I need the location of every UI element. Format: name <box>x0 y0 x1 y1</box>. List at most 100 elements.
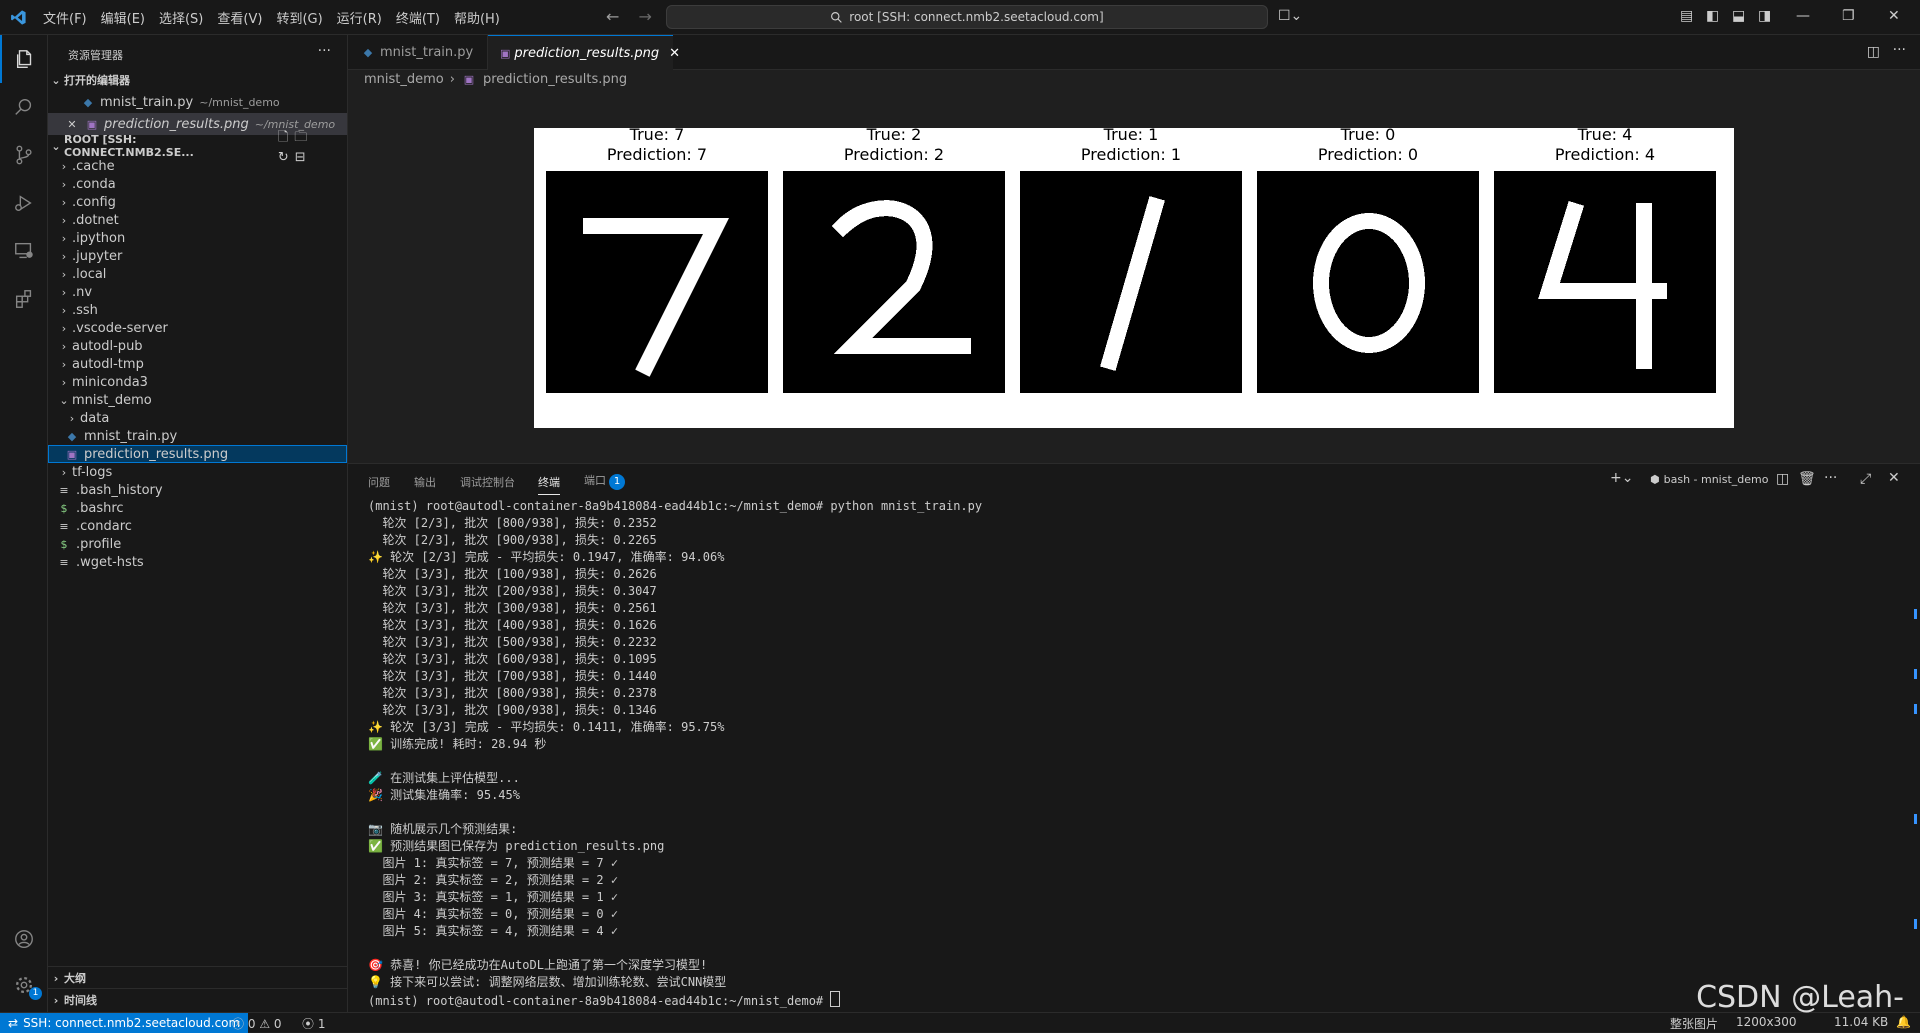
split-editor-icon[interactable]: ◫ <box>1867 44 1880 60</box>
toggle-panel-icon[interactable]: ⬓ <box>1732 8 1745 24</box>
vscode-logo-icon <box>11 10 26 25</box>
account-icon[interactable] <box>0 915 48 963</box>
image-mode[interactable]: 整张图片 <box>1670 1015 1718 1032</box>
tree-folder[interactable]: › autodl-pub <box>48 337 347 355</box>
tab-output[interactable]: 输出 <box>414 474 436 490</box>
terminal-prompt-line[interactable]: (mnist) root@autodl-container-8a9b418084… <box>368 991 1878 1008</box>
tree-file[interactable]: ▣ prediction_results.png <box>48 445 347 463</box>
tree-folder[interactable]: › .ssh <box>48 301 347 319</box>
more-actions-icon[interactable]: ··· <box>1893 42 1906 58</box>
tree-folder[interactable]: › tf-logs <box>48 463 347 481</box>
terminal-output[interactable]: (mnist) root@autodl-container-8a9b418084… <box>368 498 1878 1008</box>
problems-status[interactable]: ⓧ 0 ⚠ 0 <box>232 1015 282 1032</box>
search-activity-icon[interactable] <box>0 83 48 131</box>
tree-file[interactable]: $ .bashrc <box>48 499 347 517</box>
menu-help[interactable]: 帮助(H) <box>447 8 507 27</box>
source-control-icon[interactable] <box>0 131 48 179</box>
tab-ports[interactable]: 端口 1 <box>584 472 625 490</box>
command-center[interactable]: root [SSH: connect.nmb2.seetacloud.com] <box>666 5 1268 29</box>
open-editors-label: 打开的编辑器 <box>64 74 130 87</box>
tree-file[interactable]: ≡ .wget-hsts <box>48 553 347 571</box>
open-editors-section[interactable]: ⌄ 打开的编辑器 <box>48 69 347 91</box>
tree-folder[interactable]: › autodl-tmp <box>48 355 347 373</box>
tree-folder[interactable]: › .vscode-server <box>48 319 347 337</box>
terminal-line: 轮次 [3/3], 批次 [600/938], 损失: 0.1095 <box>368 652 657 666</box>
close-window-icon[interactable]: ✕ <box>1888 8 1900 24</box>
new-file-icon[interactable]: 🗋 <box>278 130 294 145</box>
new-folder-icon[interactable]: 🗀 <box>294 130 313 145</box>
tree-folder[interactable]: › .dotnet <box>48 211 347 229</box>
tree-folder[interactable]: › .conda <box>48 175 347 193</box>
menu-terminal[interactable]: 终端(T) <box>389 8 447 27</box>
open-editor-path: ~/mnist_demo <box>199 95 280 109</box>
run-debug-icon[interactable] <box>0 179 48 227</box>
tree-item-label: .wget-hsts <box>76 554 144 570</box>
terminal-line: 图片 2: 真实标签 = 2, 预测结果 = 2 ✓ <box>368 873 619 887</box>
menu-run[interactable]: 运行(R) <box>330 8 389 27</box>
remote-explorer-icon[interactable] <box>0 227 48 275</box>
notifications-icon[interactable]: 🔔 <box>1896 1015 1911 1029</box>
tab-problems[interactable]: 问题 <box>368 474 390 490</box>
tree-folder[interactable]: › miniconda3 <box>48 373 347 391</box>
tab-mnist-train[interactable]: ◆ mnist_train.py <box>348 35 488 70</box>
more-actions-icon[interactable]: ··· <box>1824 470 1837 486</box>
tree-folder[interactable]: › data <box>48 409 347 427</box>
minimize-icon[interactable]: — <box>1796 8 1810 24</box>
ports-count: 1 <box>317 1017 326 1031</box>
open-editor-name: prediction_results.png <box>104 116 249 132</box>
toggle-secondary-sidebar-icon[interactable]: ◨ <box>1758 8 1771 24</box>
remote-indicator[interactable]: ⇄ SSH: connect.nmb2.seetacloud.com <box>0 1013 249 1033</box>
menu-edit[interactable]: 编辑(E) <box>94 8 152 27</box>
menu-go[interactable]: 转到(G) <box>269 8 329 27</box>
customize-layout-icon[interactable]: ▤ <box>1680 8 1693 24</box>
maximize-panel-icon[interactable]: ⤢ <box>1860 471 1871 487</box>
split-terminal-icon[interactable]: ◫ <box>1776 471 1789 487</box>
timeline-section[interactable]: › 时间线 <box>48 988 347 1011</box>
tree-folder[interactable]: › .nv <box>48 283 347 301</box>
root-folder-section[interactable]: ⌄ ROOT [SSH: CONNECT.NMB2.SE... 🗋🗀↻⊟ <box>48 130 347 165</box>
tree-item-label: mnist_train.py <box>84 428 178 444</box>
settings-gear-icon[interactable]: 1 <box>0 961 48 1009</box>
restore-icon[interactable]: ❐ <box>1842 8 1855 24</box>
tab-terminal[interactable]: 终端 <box>538 474 560 495</box>
terminal-name: bash - mnist_demo <box>1663 473 1769 486</box>
close-icon[interactable]: ✕ <box>64 118 80 131</box>
shell-file-icon: $ <box>60 501 68 515</box>
tree-folder[interactable]: › .jupyter <box>48 247 347 265</box>
extensions-icon[interactable] <box>0 275 48 323</box>
tree-file[interactable]: $ .profile <box>48 535 347 553</box>
breadcrumb-file[interactable]: prediction_results.png <box>483 72 627 87</box>
tree-folder[interactable]: › .ipython <box>48 229 347 247</box>
close-panel-icon[interactable]: ✕ <box>1888 470 1900 486</box>
tree-file[interactable]: ◆ mnist_train.py <box>48 427 347 445</box>
open-editor-name: mnist_train.py <box>100 94 194 110</box>
breadcrumb-folder[interactable]: mnist_demo <box>364 72 444 87</box>
outline-section[interactable]: › 大纲 <box>48 966 347 989</box>
tab-debug-console[interactable]: 调试控制台 <box>460 474 515 490</box>
copilot-icon[interactable]: ☐⌄ <box>1278 8 1302 24</box>
new-terminal-icon[interactable]: +⌄ <box>1610 470 1633 486</box>
tree-folder[interactable]: › .config <box>48 193 347 211</box>
tree-item-label: .dotnet <box>72 212 119 228</box>
forward-arrow-icon[interactable]: → <box>639 7 652 26</box>
shell-file-icon: $ <box>60 537 68 551</box>
back-arrow-icon[interactable]: ← <box>606 7 619 26</box>
menu-file[interactable]: 文件(F) <box>36 8 94 27</box>
tree-file[interactable]: ≡ .condarc <box>48 517 347 535</box>
explorer-icon[interactable] <box>0 35 48 83</box>
menu-selection[interactable]: 选择(S) <box>152 8 210 27</box>
ports-status[interactable]: ⦿ 1 <box>302 1015 325 1032</box>
open-editor-item[interactable]: ◆ mnist_train.py ~/mnist_demo <box>48 91 347 113</box>
terminal-line: (mnist) root@autodl-container-8a9b418084… <box>368 499 983 513</box>
more-actions-icon[interactable]: ··· <box>318 43 331 59</box>
menu-view[interactable]: 查看(V) <box>210 8 269 27</box>
tree-folder[interactable]: › .cache <box>48 157 347 175</box>
toggle-sidebar-icon[interactable]: ◧ <box>1706 8 1719 24</box>
tree-folder[interactable]: ⌄ mnist_demo <box>48 391 347 409</box>
tree-file[interactable]: ≡ .bash_history <box>48 481 347 499</box>
kill-terminal-icon[interactable]: 🗑 <box>1798 471 1816 487</box>
tree-folder[interactable]: › .local <box>48 265 347 283</box>
close-tab-icon[interactable]: ✕ <box>669 46 680 61</box>
tab-prediction-results[interactable]: ▣ prediction_results.png ✕ <box>488 35 680 70</box>
terminal-selector[interactable]: ⬢ bash - mnist_demo <box>1650 473 1768 486</box>
